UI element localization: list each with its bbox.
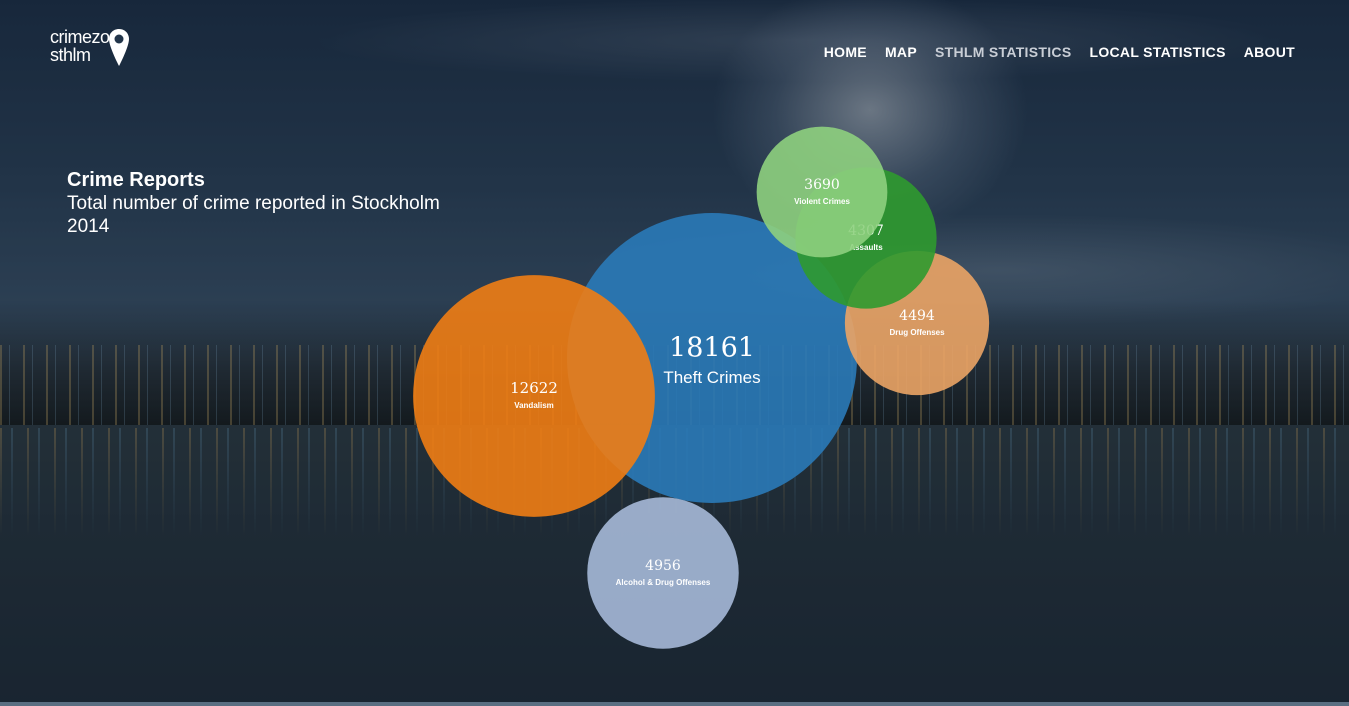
bubble-label: Vandalism xyxy=(514,401,554,410)
bubble-label: Theft Crimes xyxy=(663,368,760,387)
bubble-violent-crimes[interactable]: 3690 Violent Crimes xyxy=(756,126,888,258)
bubble-value: 4956 xyxy=(645,558,681,574)
bubble-value: 4494 xyxy=(899,308,935,324)
bubble-label: Violent Crimes xyxy=(794,197,850,206)
bubble-value: 3690 xyxy=(804,177,840,193)
crime-bubble-chart: 18161 Theft Crimes 12622 Vandalism 4956 Alcoh… xyxy=(413,126,990,649)
bubble-vandalism[interactable]: 12622 Vandalism xyxy=(413,275,655,517)
bubble-value: 18161 xyxy=(669,333,755,364)
bubble-alcohol-and-drug-offenses[interactable]: 4956 Alcohol & Drug Offenses xyxy=(587,497,739,649)
bubble-label: Alcohol & Drug Offenses xyxy=(616,578,711,587)
bubble-value: 12622 xyxy=(510,379,558,397)
bubble-label: Drug Offenses xyxy=(889,328,945,337)
bottom-edge xyxy=(0,702,1349,706)
